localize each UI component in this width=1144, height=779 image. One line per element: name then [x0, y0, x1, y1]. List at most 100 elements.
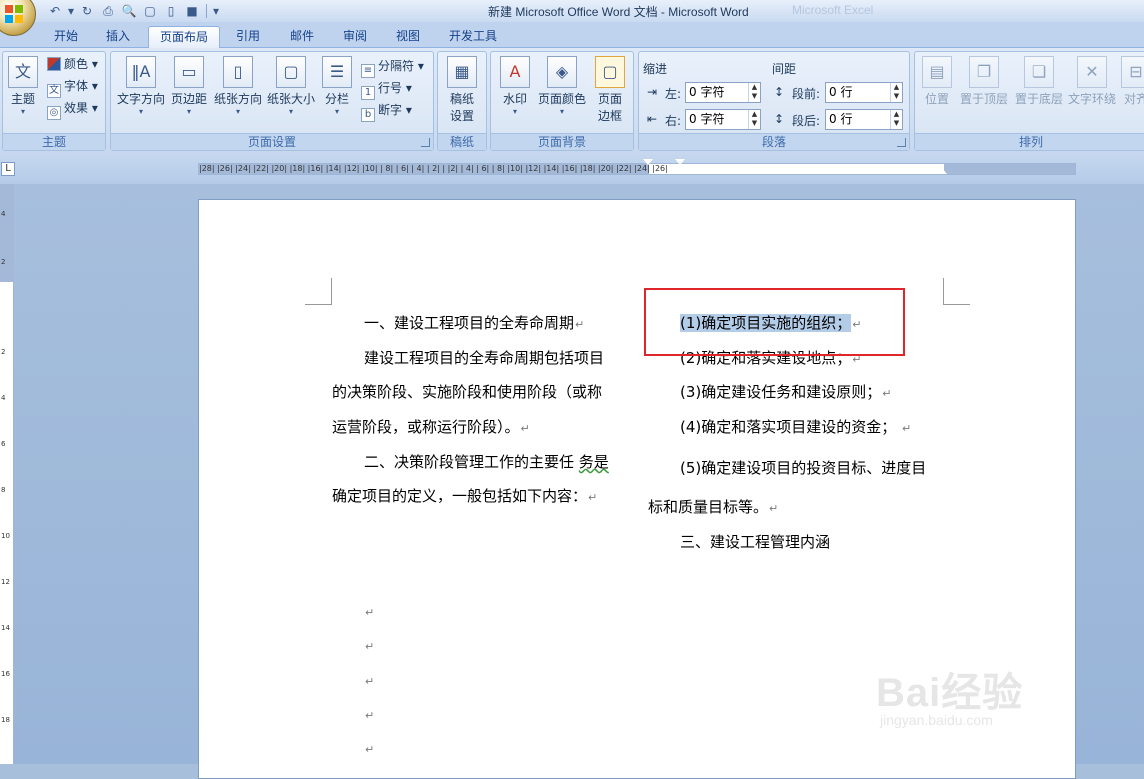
spin-arrows-icon[interactable]: ▲ ▼	[890, 83, 902, 102]
indent-left-icon: ⇥	[647, 85, 658, 99]
theme-colors-button[interactable]: 颜色 ▾	[47, 54, 98, 74]
print-icon[interactable]: ⎙	[99, 3, 117, 19]
empty-paragraph-mark[interactable]: ↵	[365, 637, 374, 657]
bring-to-front-button[interactable]: ❐ 置于顶层	[957, 56, 1011, 128]
watermark-url: jingyan.baidu.com	[880, 712, 993, 728]
indent-right-input[interactable]: 0 字符 ▲ ▼	[685, 109, 761, 130]
list-item[interactable]: (4)确定和落实项目建设的资金； ↵	[680, 417, 911, 439]
theme-group: 文 主题 ▾ 颜色 ▾ 文字体 ▾ ◎ 效果 ▾ 主题	[2, 51, 106, 151]
customize-qat-icon[interactable]: ▾	[212, 3, 220, 19]
tab-insert[interactable]: 插入	[98, 26, 138, 48]
orientation-button[interactable]: ▯ 纸张方向 ▾	[212, 56, 264, 128]
draft-paper-group-label: 稿纸	[438, 133, 486, 150]
empty-paragraph-mark[interactable]: ↵	[365, 706, 374, 726]
empty-paragraph-mark[interactable]: ↵	[365, 603, 374, 623]
margins-icon: ▭	[174, 56, 204, 88]
tab-selector[interactable]: L	[1, 162, 15, 176]
spin-arrows-icon[interactable]: ▲ ▼	[748, 83, 760, 102]
save-icon[interactable]: ■	[183, 3, 201, 19]
paragraph-heading-3[interactable]: 三、建设工程管理内涵	[680, 532, 830, 552]
open-document-icon[interactable]: ▯	[162, 3, 180, 19]
theme-fonts-button[interactable]: 文字体 ▾	[47, 76, 98, 98]
paragraph-heading-1[interactable]: 一、建设工程项目的全寿命周期↵	[364, 313, 584, 335]
tab-page-layout[interactable]: 页面布局	[148, 26, 220, 48]
tab-developer[interactable]: 开发工具	[440, 26, 506, 48]
vertical-ruler[interactable]: 4 2 2 4 6 8 10 12 14 16 18	[0, 184, 14, 764]
margins-button[interactable]: ▭ 页边距 ▾	[169, 56, 209, 128]
text-wrap-button[interactable]: ✕ 文字环绕	[1065, 56, 1119, 128]
indent-left-input[interactable]: 0 字符 ▲ ▼	[685, 82, 761, 103]
new-document-icon[interactable]: ▢	[141, 3, 159, 19]
right-indent-marker[interactable]	[937, 168, 947, 174]
paragraph-line[interactable]: 的决策阶段、实施阶段和使用阶段（或称	[332, 382, 602, 402]
empty-paragraph-mark[interactable]: ↵	[365, 740, 374, 760]
draft-paper-setup-button[interactable]: ▦ 稿纸 设置	[443, 56, 481, 128]
qat-separator	[206, 4, 207, 18]
spacing-after-input[interactable]: 0 行 ▲ ▼	[825, 109, 903, 130]
themes-button[interactable]: 文 主题 ▾	[6, 56, 40, 128]
vruler-tick: 12	[1, 578, 10, 586]
spin-arrows-icon[interactable]: ▲ ▼	[890, 110, 902, 129]
undo-dropdown-icon[interactable]: ▾	[67, 3, 75, 19]
first-line-indent-marker[interactable]	[643, 159, 653, 165]
list-item-continuation[interactable]: 标和质量目标等。↵	[648, 497, 778, 519]
columns-label: 分栏	[324, 92, 349, 106]
line-numbers-button[interactable]: 1 行号 ▾	[361, 78, 412, 100]
print-preview-icon[interactable]: 🔍	[120, 3, 138, 19]
tab-review[interactable]: 审阅	[335, 26, 375, 48]
spacing-before-input[interactable]: 0 行 ▲ ▼	[825, 82, 903, 103]
size-button[interactable]: ▢ 纸张大小 ▾	[265, 56, 317, 128]
breaks-button[interactable]: ≡ 分隔符 ▾	[361, 56, 424, 78]
redo-icon[interactable]: ↻	[78, 3, 96, 19]
paragraph-line[interactable]: 建设工程项目的全寿命周期包括项目	[364, 348, 604, 368]
annotation-highlight-box	[644, 288, 905, 356]
watermark-button[interactable]: A 水印 ▾	[497, 56, 533, 128]
hyphenation-button[interactable]: b 断字 ▾	[361, 100, 412, 122]
theme-effects-button[interactable]: ◎ 效果 ▾	[47, 98, 98, 120]
empty-paragraph-mark[interactable]: ↵	[365, 672, 374, 692]
spacing-after-icon: ↕	[774, 112, 785, 126]
position-button[interactable]: ▤ 位置	[919, 56, 955, 128]
ruler-numbers: |28| |26| |24| |22| |20| |18| |16| |14| …	[199, 164, 668, 173]
paragraph-group: 缩进 间距 ⇥ 左: 0 字符 ▲ ▼ ⇤ 右: 0 字符 ▲ ▼ ↕ 段前: 0 行 ▲…	[638, 51, 910, 151]
undo-icon[interactable]: ↶	[46, 3, 64, 19]
chevron-down-icon: ▾	[186, 107, 191, 116]
indent-left-label: 左:	[665, 87, 682, 101]
page-color-button[interactable]: ◈ 页面颜色 ▾	[536, 56, 588, 128]
chevron-down-icon: ▾	[288, 107, 293, 116]
indent-right-icon: ⇤	[647, 112, 658, 126]
tab-mailings[interactable]: 邮件	[282, 26, 322, 48]
background-window-title: Microsoft Excel	[792, 3, 874, 17]
dialog-launcher-icon[interactable]	[897, 138, 906, 147]
ribbon-tab-bar: 开始 插入 页面布局 引用 邮件 审阅 视图 开发工具	[0, 22, 1144, 48]
indent-marker[interactable]	[675, 159, 685, 165]
send-to-back-button[interactable]: ❏ 置于底层	[1012, 56, 1066, 128]
theme-fonts-label: 字体	[64, 79, 89, 93]
vruler-tick: 4	[1, 394, 6, 402]
paragraph-heading-2[interactable]: 二、决策阶段管理工作的主要任 务是	[364, 452, 609, 472]
ruler-margin-right	[944, 164, 1075, 174]
tab-home[interactable]: 开始	[46, 26, 86, 48]
dialog-launcher-icon[interactable]	[421, 138, 430, 147]
spin-arrows-icon[interactable]: ▲ ▼	[748, 110, 760, 129]
tab-references[interactable]: 引用	[228, 26, 268, 48]
paragraph-line[interactable]: 确定项目的定义，一般包括如下内容：↵	[332, 486, 597, 508]
spacing-title: 间距	[772, 62, 797, 76]
paragraph-line[interactable]: 运营阶段，或称运行阶段）。↵	[332, 417, 530, 439]
orientation-icon: ▯	[223, 56, 253, 88]
list-item[interactable]: (5)确定建设项目的投资目标、进度目	[680, 458, 926, 478]
crop-mark-top-left	[305, 278, 332, 305]
chevron-down-icon: ▾	[334, 107, 339, 116]
draft-paper-group: ▦ 稿纸 设置 稿纸	[437, 51, 487, 151]
tab-view[interactable]: 视图	[388, 26, 428, 48]
quick-access-toolbar: ↶ ▾ ↻ ⎙ 🔍 ▢ ▯ ■ ▾	[46, 2, 220, 20]
list-item[interactable]: (3)确定建设任务和建设原则；↵	[680, 382, 891, 404]
line-numbers-icon: 1	[361, 86, 375, 100]
page-borders-button[interactable]: ▢ 页面 边框	[591, 56, 629, 128]
columns-icon: ☰	[322, 56, 352, 88]
columns-button[interactable]: ☰ 分栏 ▾	[319, 56, 355, 128]
text-direction-button[interactable]: ‖A 文字方向 ▾	[115, 56, 167, 128]
indent-right-value: 0 字符	[689, 112, 725, 126]
align-button[interactable]: ⊟ 对齐	[1121, 56, 1144, 128]
page-setup-group: ‖A 文字方向 ▾ ▭ 页边距 ▾ ▯ 纸张方向 ▾ ▢ 纸张大小 ▾ ☰ 分栏…	[110, 51, 434, 151]
